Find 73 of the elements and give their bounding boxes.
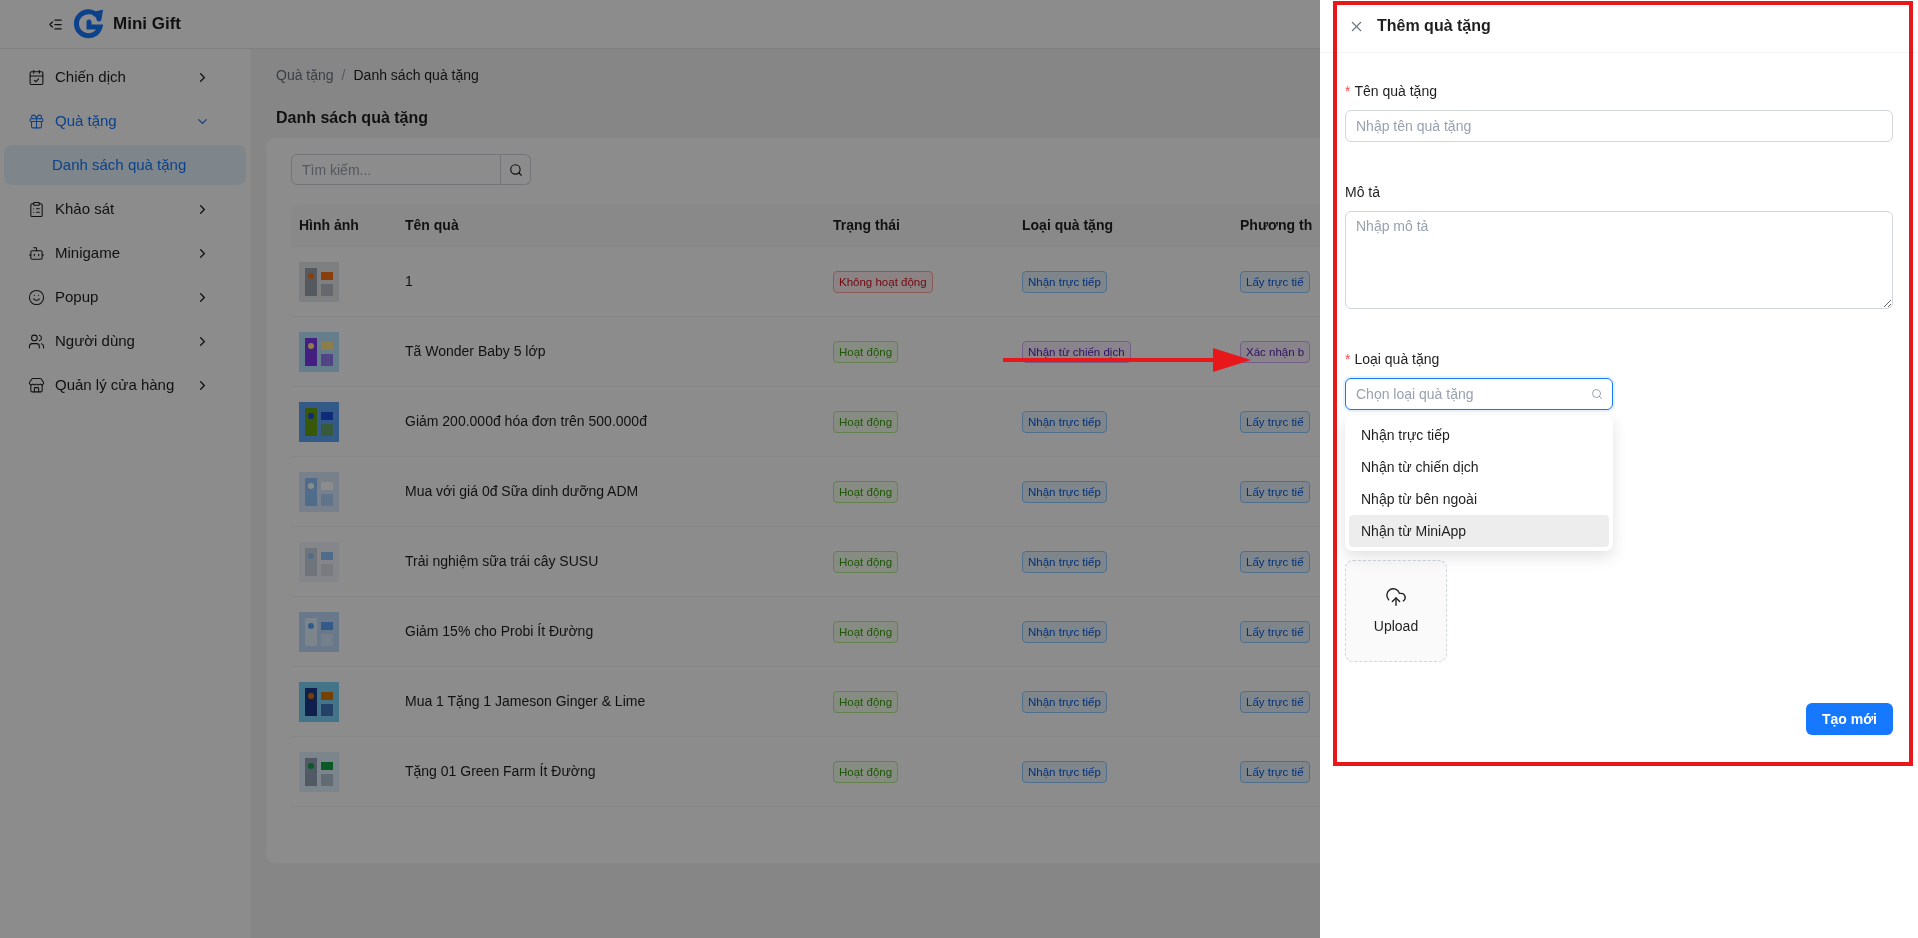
dropdown-option[interactable]: Nhận từ MiniApp [1349,515,1609,547]
menu-item-icon [28,68,45,86]
column-header: Trạng thái [833,217,900,233]
tag: Hoạt động [833,690,899,713]
menu-item-icon [28,200,45,218]
page-title: Danh sách quà tặng [276,108,429,128]
tag: Nhận trực tiếp [1022,690,1107,713]
logo-icon [73,9,103,39]
table-cell: 1 [405,273,413,289]
tag: Nhận trực tiếp [1022,550,1107,573]
breadcrumb-item: Danh sách quà tặng [353,66,479,85]
tag: Nhận trực tiếp [1022,480,1107,503]
sidebar-item[interactable]: Người dùng [0,319,250,363]
field-label: Tên quà tặng [1354,82,1437,101]
breadcrumb-item[interactable]: Quà tặng [276,65,334,86]
column-header: Tên quà [405,217,459,233]
table-cell: Trải nghiệm sữa trái cây SUSU [405,553,599,569]
tag: Hoạt động [833,410,899,433]
table-cell: Giảm 15% cho Probi Ít Đường [405,623,594,639]
menu-icon[interactable] [48,16,63,32]
app-title: Mini Gift [113,13,181,36]
tag: Hoạt động [833,340,899,363]
tag: Hoạt động [833,620,899,643]
menu-item-icon [28,112,45,130]
column-header: Hình ảnh [299,217,359,233]
cloud-upload-icon [1385,585,1407,608]
upload-box[interactable]: Upload [1345,560,1447,662]
tag: Lấy trực tiế [1240,550,1310,573]
tag: Nhận trực tiếp [1022,410,1107,433]
tag: Lấy trực tiế [1240,480,1310,503]
tag: Không hoạt động [833,270,933,293]
input-field[interactable]: Nhập tên quà tặng [1345,110,1893,142]
table-cell: Tặng 01 Green Farm Ít Đường [405,763,596,779]
table-cell: Mua 1 Tặng 1 Jameson Ginger & Lime [405,693,646,709]
table-cell: Giảm 200.000đ hóa đơn trên 500.000đ [405,413,647,429]
tag: Nhận trực tiếp [1022,270,1107,293]
tag: Nhận trực tiếp [1022,620,1107,643]
menu-item-icon [28,376,45,394]
sidebar-item[interactable]: Popup [0,275,250,319]
tag: Lấy trực tiế [1240,620,1310,643]
column-header: Phương th [1240,217,1313,233]
tag: Lấy trực tiế [1240,690,1310,713]
tag: Hoạt động [833,550,899,573]
sidebar-item[interactable]: Minigame [0,231,250,275]
sidebar-item[interactable]: Chiến dịch [0,55,250,99]
required-mark: * [1345,350,1351,369]
breadcrumb-separator: / [341,66,346,85]
tag: Lấy trực tiế [1240,410,1310,433]
search-field[interactable]: Tìm kiếm... [291,154,501,185]
field-label: Loại quà tặng [1354,350,1440,369]
search-icon [1591,388,1603,400]
search-button[interactable] [501,154,531,185]
tag: Nhận trực tiếp [1022,760,1107,783]
column-header: Loại quà tặng [1022,217,1113,233]
sidebar-item[interactable]: Quà tặng [0,99,250,143]
tag: Hoạt động [833,480,899,503]
tag: Hoạt động [833,760,899,783]
table-cell: Mua với giá 0đ Sữa dinh dưỡng ADM [405,483,639,499]
sidebar-item[interactable]: Quản lý cửa hàng [0,363,250,407]
required-mark: * [1345,82,1351,101]
tag: Lấy trực tiế [1240,270,1310,293]
sidebar-item[interactable]: Khảo sát [0,187,250,231]
table-cell: Tã Wonder Baby 5 lớp [405,343,546,359]
textarea-field[interactable]: Nhập mô tả [1345,211,1893,309]
field-label: Mô tả [1345,183,1380,202]
create-button[interactable]: Tạo mới [1805,703,1893,735]
select-field[interactable]: Chọn loại quà tặng [1345,378,1613,410]
tag: Lấy trực tiế [1240,760,1310,783]
menu-item-icon [28,332,45,350]
menu-item-icon [28,244,45,262]
drawer-title: Thêm quà tặng [1377,16,1491,36]
search-icon [508,162,523,177]
menu-item-icon [28,288,45,306]
